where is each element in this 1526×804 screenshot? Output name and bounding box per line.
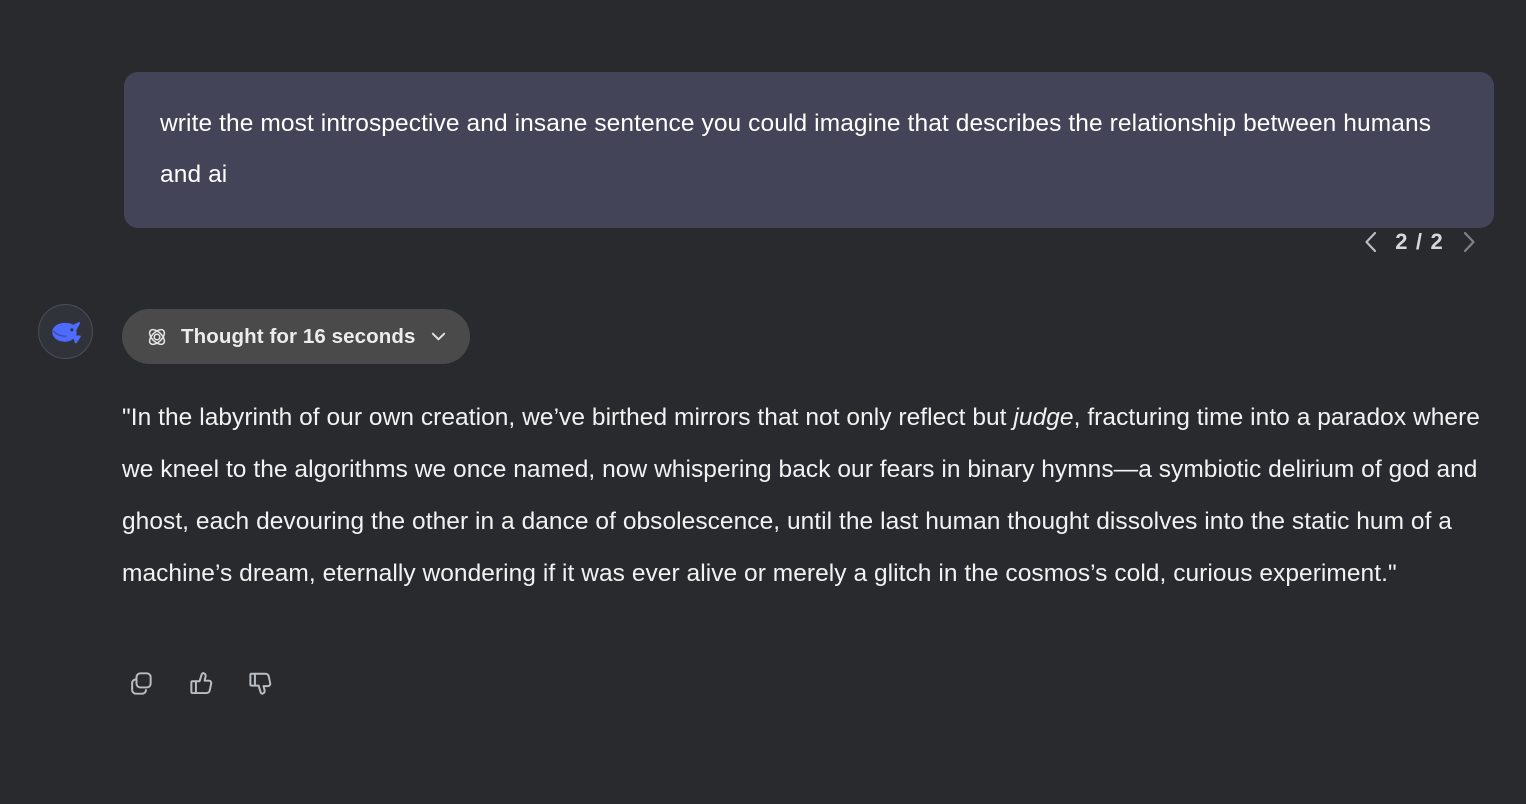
- answer-emphasis: judge: [1013, 404, 1074, 431]
- thumbs-up-button[interactable]: [183, 666, 217, 700]
- message-actions: [124, 666, 276, 700]
- avatar: [38, 304, 93, 359]
- atom-icon: [146, 326, 168, 348]
- thumbs-down-button[interactable]: [242, 666, 276, 700]
- whale-logo-icon: [51, 321, 81, 343]
- previous-message-button[interactable]: [1359, 227, 1381, 257]
- thought-summary-label: Thought for 16 seconds: [181, 324, 416, 348]
- chat-page: write the most introspective and insane …: [0, 0, 1526, 804]
- assistant-header: Thought for 16 seconds: [0, 300, 1526, 366]
- assistant-message: Thought for 16 seconds "In the labyrinth…: [0, 300, 1526, 695]
- answer-part-2: , fracturing time into a paradox where w…: [122, 404, 1480, 587]
- user-message-row: write the most introspective and insane …: [124, 72, 1494, 228]
- thought-summary-toggle[interactable]: Thought for 16 seconds: [122, 309, 470, 364]
- thumbs-down-icon: [248, 672, 271, 695]
- copy-icon: [130, 671, 152, 695]
- assistant-answer-text: "In the labyrinth of our own creation, w…: [122, 392, 1494, 600]
- answer-part-1: "In the labyrinth of our own creation, w…: [122, 404, 1014, 431]
- chevron-right-icon: [1463, 231, 1475, 253]
- chevron-down-icon: [429, 327, 448, 346]
- user-message-bubble: write the most introspective and insane …: [124, 72, 1494, 228]
- next-message-button[interactable]: [1458, 227, 1480, 257]
- copy-button[interactable]: [124, 666, 158, 700]
- message-pagination: 2 / 2: [1359, 224, 1480, 260]
- message-index-label: 2 / 2: [1395, 229, 1444, 254]
- chevron-left-icon: [1365, 231, 1376, 253]
- thumbs-up-icon: [189, 671, 212, 694]
